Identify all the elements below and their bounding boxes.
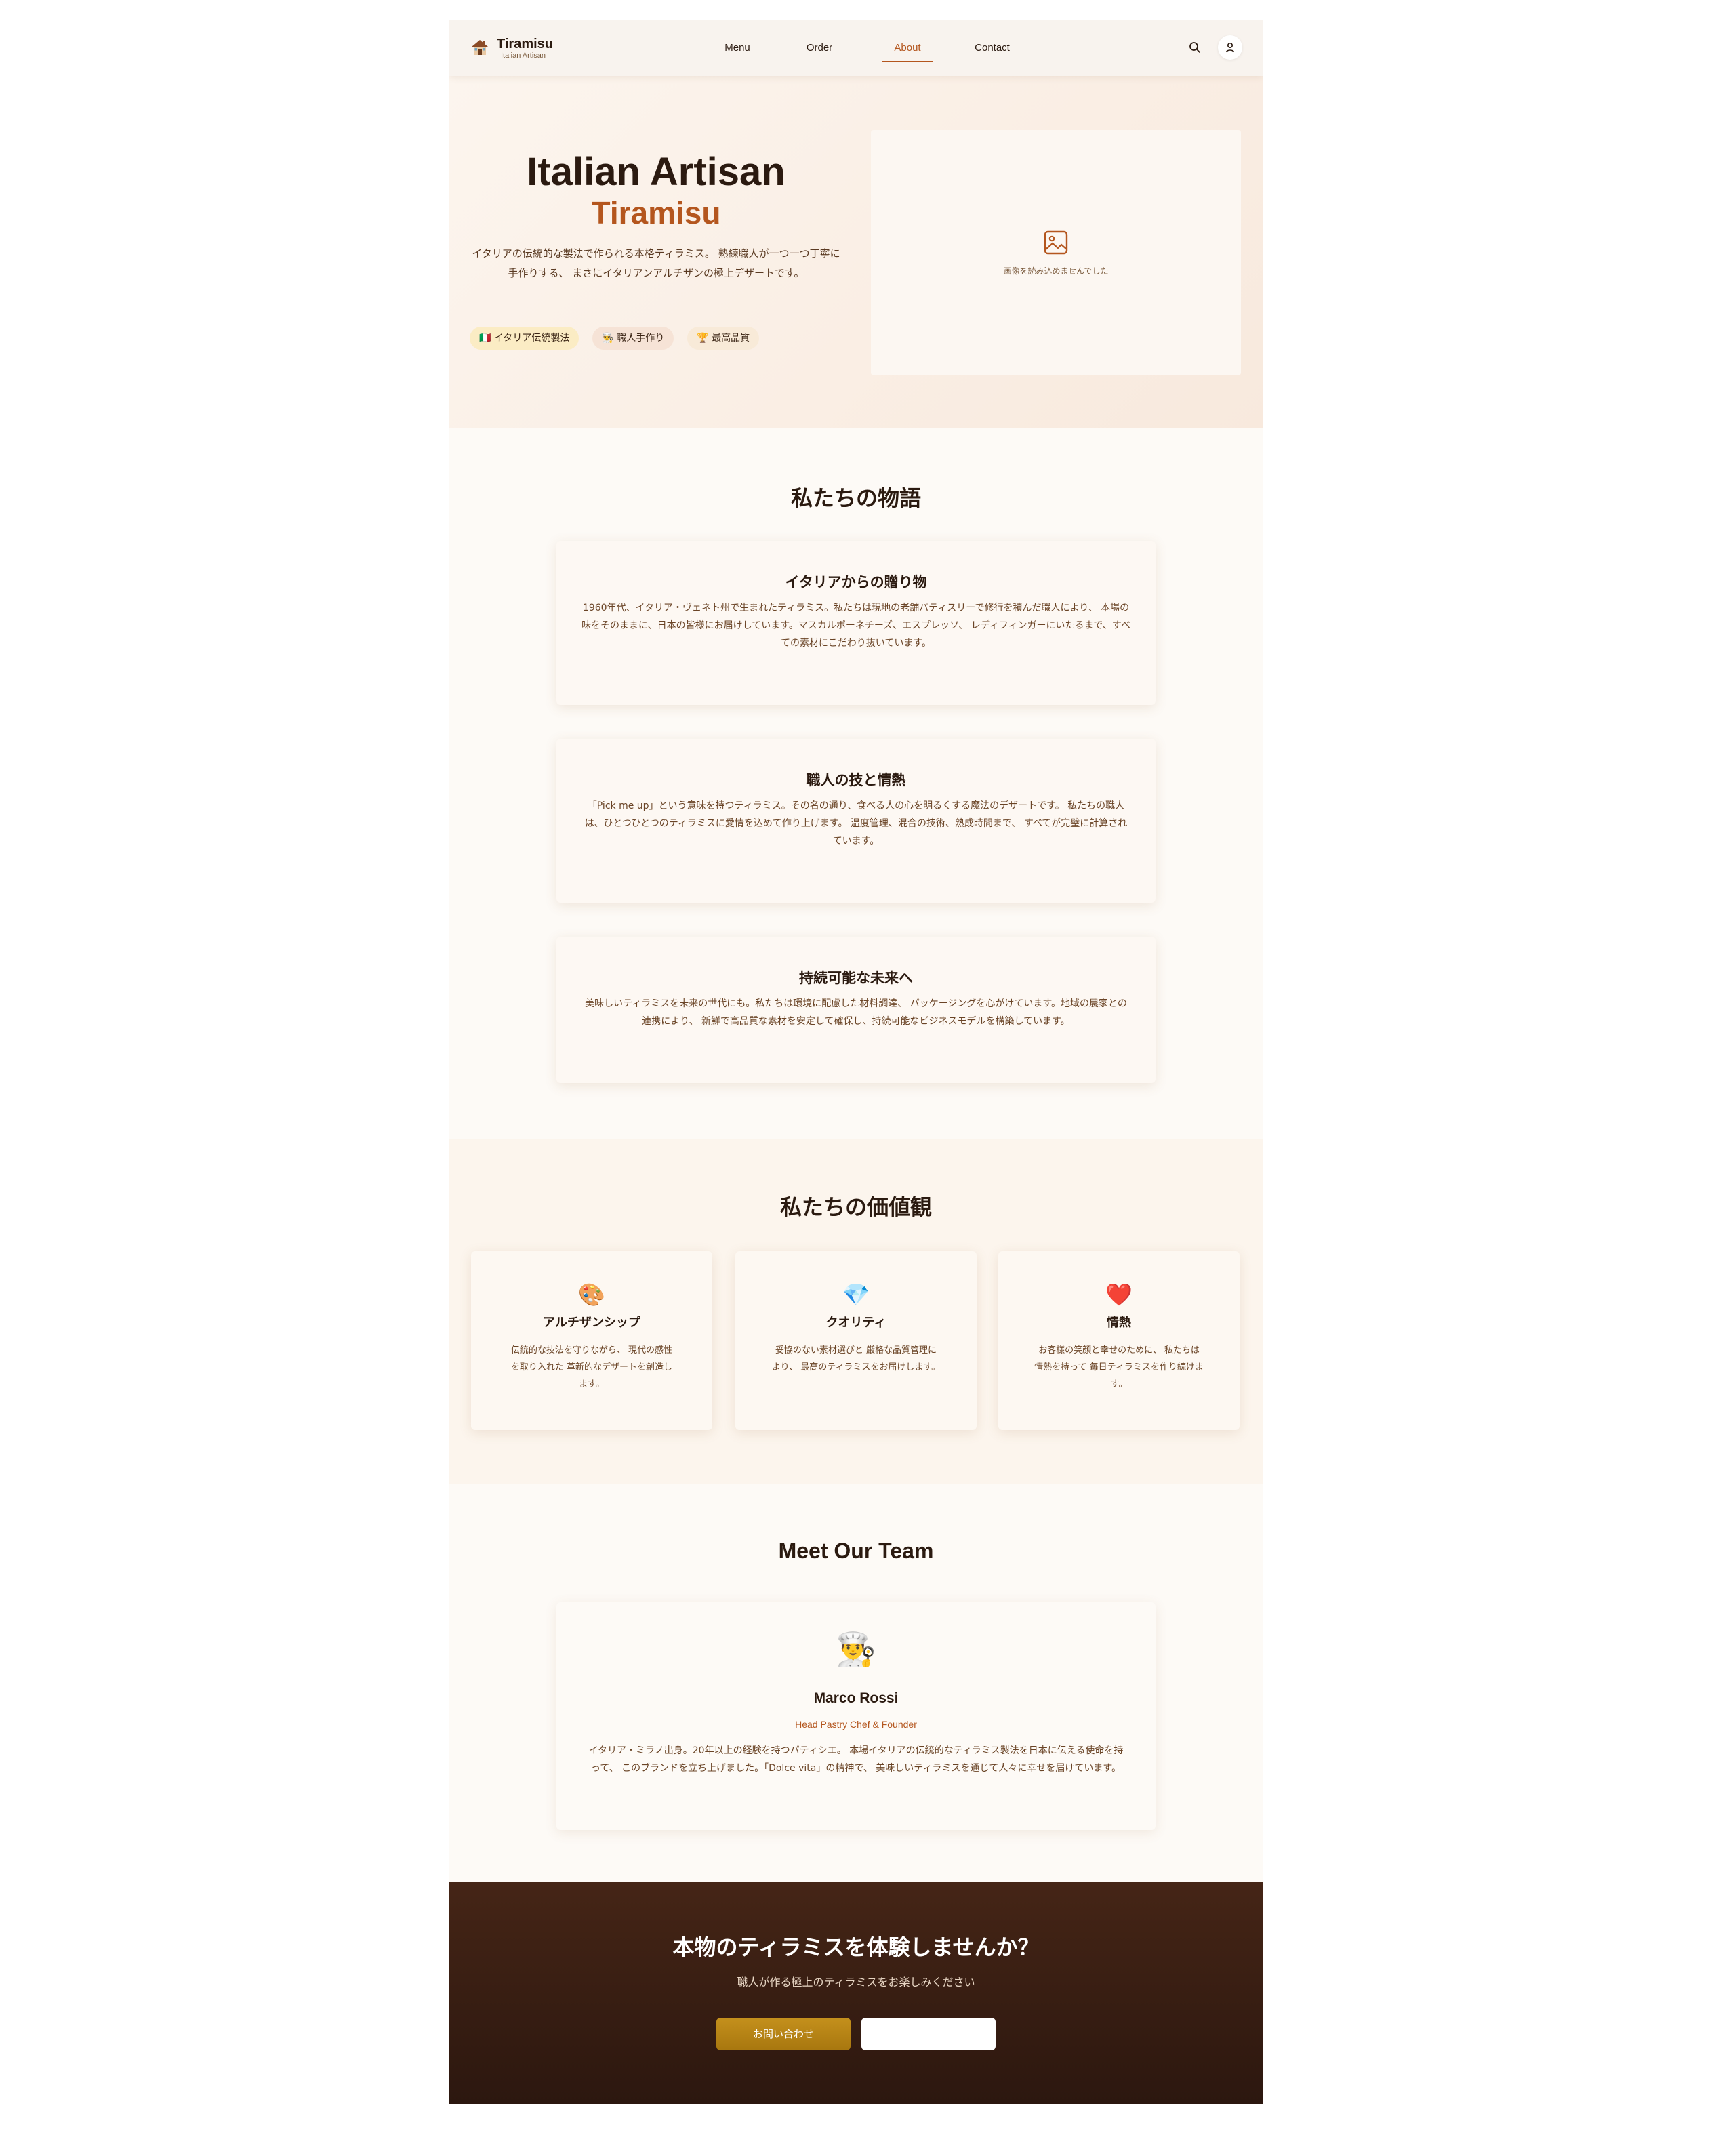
- cta-subtitle: 職人が作る極上のティラミスをお楽しみください: [737, 1976, 975, 1989]
- diamond-icon: 💎: [842, 1282, 870, 1307]
- nav-contact[interactable]: Contact: [968, 20, 1016, 76]
- value-card: 🎨 アルチザンシップ 伝統的な技法を守りながら、 現代の感性を取り入れた 革新的…: [471, 1251, 712, 1430]
- story-card-text: 「Pick me up」という意味を持つティラミス。その名の通り、食べる人の心を…: [584, 800, 1128, 847]
- story-title: 私たちの物語: [790, 485, 921, 511]
- story-card-text: 美味しいティラミスを未来の世代にも。私たちは環境に配慮した材料調達、 パッケージ…: [585, 998, 1127, 1027]
- nav-menu[interactable]: Menu: [718, 20, 757, 76]
- site-header: Tiramisu Italian Artisan Menu Order Abou…: [449, 20, 1263, 76]
- hero-title-accent: Tiramisu: [591, 195, 721, 230]
- story-card-title: 持続可能な未来へ: [799, 970, 913, 986]
- values-section: 私たちの価値観 🎨 アルチザンシップ 伝統的な技法を守りながら、 現代の感性を取…: [449, 1139, 1263, 1484]
- brand[interactable]: Tiramisu Italian Artisan: [470, 37, 553, 60]
- broken-image-icon: [1043, 230, 1069, 258]
- hero-badges: 🇮🇹 イタリア伝統製法 👨‍🍳 職人手作り 🏆 最高品質: [470, 327, 773, 350]
- value-text: 妥協のない素材選びと 厳格な品質管理により、 最高のティラミスをお届けします。: [771, 1345, 941, 1372]
- value-title: アルチザンシップ: [543, 1316, 640, 1330]
- house-icon: [470, 38, 490, 58]
- palette-icon: 🎨: [578, 1282, 605, 1307]
- page: Tiramisu Italian Artisan Menu Order Abou…: [449, 20, 1263, 2104]
- hero-image-placeholder: 画像を読み込めませんでした: [871, 130, 1241, 375]
- main-nav: Menu Order About Contact: [718, 20, 1016, 76]
- hero-description: イタリアの伝統的な製法で作られる本格ティラミス。 熟練職人が一つ一つ丁寧に手作り…: [472, 247, 840, 279]
- chef-icon: 👨‍🍳: [836, 1631, 876, 1669]
- value-title: クオリティ: [825, 1316, 886, 1330]
- story-card-title: イタリアからの贈り物: [785, 574, 927, 590]
- team-member-role: Head Pastry Chef & Founder: [795, 1719, 917, 1730]
- brand-name: Tiramisu: [497, 37, 553, 52]
- brand-tagline: Italian Artisan: [501, 52, 546, 60]
- team-member-card: 👨‍🍳 Marco Rossi Head Pastry Chef & Found…: [556, 1602, 1156, 1830]
- story-card: 職人の技と情熱 「Pick me up」という意味を持つティラミス。その名の通り…: [556, 739, 1156, 903]
- image-fallback-text: 画像を読み込めませんでした: [1003, 266, 1109, 276]
- nav-order[interactable]: Order: [799, 20, 840, 76]
- value-title: 情熱: [1107, 1316, 1131, 1330]
- value-text: お客様の笑顔と幸せのために、 私たちは情熱を持って 毎日ティラミスを作り続けます…: [1034, 1345, 1204, 1389]
- search-icon[interactable]: [1183, 35, 1207, 60]
- user-icon[interactable]: [1218, 35, 1242, 60]
- badge-italian-tradition: 🇮🇹 イタリア伝統製法: [470, 327, 579, 350]
- badge-quality: 🏆 最高品質: [687, 327, 760, 350]
- badge-handmade: 👨‍🍳 職人手作り: [592, 327, 674, 350]
- hero-title: Italian Artisan: [527, 150, 785, 194]
- team-member-name: Marco Rossi: [813, 1690, 899, 1706]
- value-card: ❤️ 情熱 お客様の笑顔と幸せのために、 私たちは情熱を持って 毎日ティラミスを…: [998, 1251, 1240, 1430]
- nav-about[interactable]: About: [882, 20, 933, 76]
- heart-icon: ❤️: [1105, 1282, 1132, 1307]
- value-text: 伝統的な技法を守りながら、 現代の感性を取り入れた 革新的なデザートを創造します…: [510, 1345, 673, 1389]
- hero-section: Italian Artisan Tiramisu イタリアの伝統的な製法で作られ…: [449, 76, 1263, 428]
- cta-title: 本物のティラミスを体験しませんか？: [672, 1934, 1040, 1960]
- cta-section: 本物のティラミスを体験しませんか？ 職人が作る極上のティラミスをお楽しみください…: [449, 1882, 1263, 2104]
- menu-button[interactable]: メニューを見る: [861, 2018, 996, 2050]
- header-actions: [1172, 35, 1242, 60]
- values-title: 私たちの価値観: [779, 1194, 932, 1220]
- contact-button[interactable]: お問い合わせ: [716, 2018, 851, 2050]
- value-card: 💎 クオリティ 妥協のない素材選びと 厳格な品質管理により、 最高のティラミスを…: [735, 1251, 977, 1430]
- story-card-title: 職人の技と情熱: [806, 772, 906, 788]
- story-card: 持続可能な未来へ 美味しいティラミスを未来の世代にも。私たちは環境に配慮した材料…: [556, 937, 1156, 1083]
- cta-buttons: お問い合わせ メニューを見る: [716, 2018, 996, 2050]
- team-title: Meet Our Team: [778, 1539, 934, 1563]
- team-member-bio: イタリア・ミラノ出身。20年以上の経験を持つパティシエ。 本場イタリアの伝統的な…: [588, 1745, 1124, 1774]
- story-card: イタリアからの贈り物 1960年代、イタリア・ヴェネト州で生まれたティラミス。私…: [556, 541, 1156, 705]
- story-card-text: 1960年代、イタリア・ヴェネト州で生まれたティラミス。私たちは現地の老舗パティ…: [581, 603, 1130, 649]
